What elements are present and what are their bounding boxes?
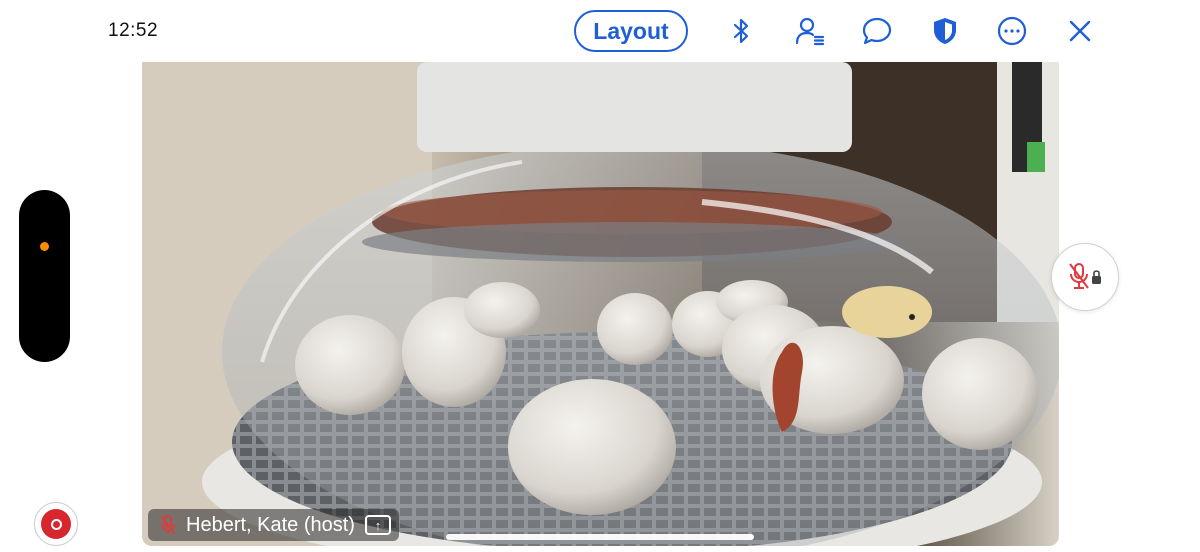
activity-indicator-dot (40, 242, 49, 251)
participant-name: Hebert, Kate (host) (186, 513, 355, 536)
bluetooth-icon[interactable] (722, 12, 760, 50)
mute-lock-button[interactable] (1051, 243, 1119, 311)
layout-button[interactable]: Layout (574, 10, 688, 52)
security-shield-icon[interactable] (926, 12, 964, 50)
video-frame-image (142, 62, 1059, 546)
top-toolbar: Layout (0, 0, 1200, 62)
record-icon (41, 509, 71, 539)
record-button[interactable] (34, 502, 78, 546)
home-indicator (446, 534, 754, 540)
more-icon[interactable] (993, 12, 1031, 50)
mic-muted-icon (160, 515, 176, 535)
participants-icon[interactable] (791, 12, 829, 50)
participant-name-tag: Hebert, Kate (host) ↑ (148, 509, 399, 541)
mic-muted-locked-icon (1069, 263, 1101, 289)
chat-icon[interactable] (858, 12, 896, 50)
video-feed[interactable] (142, 62, 1059, 546)
side-control-pill[interactable] (19, 190, 70, 362)
close-icon[interactable] (1061, 12, 1099, 50)
share-screen-icon[interactable]: ↑ (364, 515, 391, 535)
